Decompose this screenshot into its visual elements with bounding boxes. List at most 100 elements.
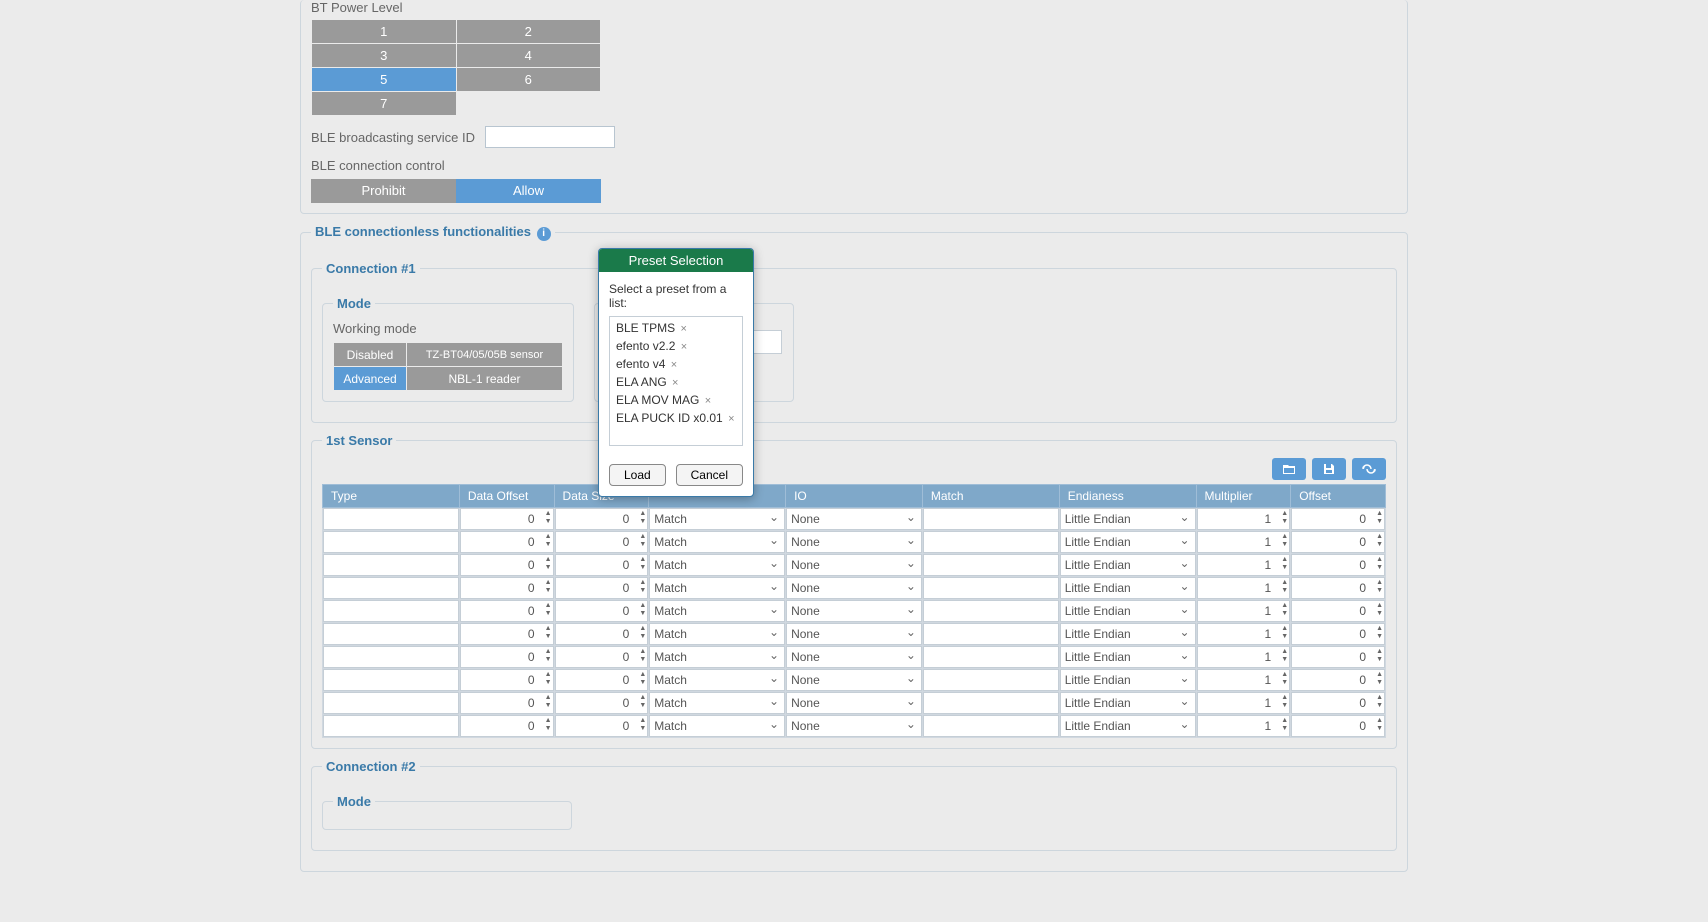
data-size-input[interactable] — [555, 715, 649, 737]
match-input[interactable] — [923, 554, 1059, 576]
io-select[interactable]: None — [786, 554, 922, 576]
io-select[interactable]: None — [786, 577, 922, 599]
data-offset-input[interactable] — [460, 692, 554, 714]
multiplier-input[interactable] — [1197, 531, 1291, 553]
data-size-input[interactable] — [555, 623, 649, 645]
endian-select[interactable]: Little Endian — [1060, 508, 1196, 530]
preset-item[interactable]: ELA MOV MAG × — [612, 391, 740, 409]
close-icon[interactable]: × — [671, 359, 677, 371]
type-input[interactable] — [323, 669, 459, 691]
endian-select[interactable]: Little Endian — [1060, 715, 1196, 737]
bt-level-7[interactable]: 7 — [312, 92, 457, 116]
offset-input[interactable] — [1291, 577, 1385, 599]
match-select[interactable]: Match — [649, 531, 785, 553]
type-input[interactable] — [323, 692, 459, 714]
match-input[interactable] — [923, 715, 1059, 737]
load-button[interactable]: Load — [609, 464, 666, 486]
reset-icon[interactable] — [1352, 458, 1386, 480]
preset-item[interactable]: BLE TPMS × — [612, 319, 740, 337]
endian-select[interactable]: Little Endian — [1060, 692, 1196, 714]
match-input[interactable] — [923, 692, 1059, 714]
match-input[interactable] — [923, 623, 1059, 645]
data-size-input[interactable] — [555, 508, 649, 530]
endian-select[interactable]: Little Endian — [1060, 531, 1196, 553]
io-select[interactable]: None — [786, 623, 922, 645]
data-offset-input[interactable] — [460, 577, 554, 599]
multiplier-input[interactable] — [1197, 508, 1291, 530]
bt-level-4[interactable]: 4 — [456, 44, 601, 68]
data-size-input[interactable] — [555, 646, 649, 668]
data-offset-input[interactable] — [460, 623, 554, 645]
bt-level-6[interactable]: 6 — [456, 68, 601, 92]
offset-input[interactable] — [1291, 554, 1385, 576]
endian-select[interactable]: Little Endian — [1060, 600, 1196, 622]
data-size-input[interactable] — [555, 554, 649, 576]
match-select[interactable]: Match — [649, 508, 785, 530]
match-input[interactable] — [923, 531, 1059, 553]
data-offset-input[interactable] — [460, 646, 554, 668]
data-offset-input[interactable] — [460, 669, 554, 691]
data-size-input[interactable] — [555, 577, 649, 599]
bt-level-2[interactable]: 2 — [456, 20, 601, 44]
mode-disabled[interactable]: Disabled — [334, 343, 407, 367]
match-select[interactable]: Match — [649, 692, 785, 714]
mode-nbl[interactable]: NBL-1 reader — [407, 367, 563, 391]
preset-item[interactable]: ELA ANG × — [612, 373, 740, 391]
multiplier-input[interactable] — [1197, 669, 1291, 691]
close-icon[interactable]: × — [728, 413, 734, 425]
offset-input[interactable] — [1291, 692, 1385, 714]
match-input[interactable] — [923, 646, 1059, 668]
offset-input[interactable] — [1291, 669, 1385, 691]
partial-input-behind-modal[interactable] — [752, 330, 782, 354]
match-input[interactable] — [923, 577, 1059, 599]
service-id-input[interactable] — [485, 126, 615, 148]
match-input[interactable] — [923, 508, 1059, 530]
bt-level-1[interactable]: 1 — [312, 20, 457, 44]
multiplier-input[interactable] — [1197, 554, 1291, 576]
save-icon[interactable] — [1312, 458, 1346, 480]
multiplier-input[interactable] — [1197, 692, 1291, 714]
cancel-button[interactable]: Cancel — [676, 464, 743, 486]
type-input[interactable] — [323, 508, 459, 530]
multiplier-input[interactable] — [1197, 600, 1291, 622]
type-input[interactable] — [323, 554, 459, 576]
multiplier-input[interactable] — [1197, 646, 1291, 668]
io-select[interactable]: None — [786, 646, 922, 668]
offset-input[interactable] — [1291, 715, 1385, 737]
close-icon[interactable]: × — [680, 323, 686, 335]
bt-level-5[interactable]: 5 — [312, 68, 457, 92]
match-input[interactable] — [923, 669, 1059, 691]
type-input[interactable] — [323, 600, 459, 622]
data-size-input[interactable] — [555, 669, 649, 691]
mode-tz[interactable]: TZ-BT04/05/05B sensor — [407, 343, 563, 367]
match-select[interactable]: Match — [649, 577, 785, 599]
type-input[interactable] — [323, 577, 459, 599]
endian-select[interactable]: Little Endian — [1060, 577, 1196, 599]
type-input[interactable] — [323, 531, 459, 553]
offset-input[interactable] — [1291, 646, 1385, 668]
match-select[interactable]: Match — [649, 669, 785, 691]
mode-advanced[interactable]: Advanced — [334, 367, 407, 391]
info-icon[interactable]: i — [537, 227, 551, 241]
match-select[interactable]: Match — [649, 554, 785, 576]
multiplier-input[interactable] — [1197, 577, 1291, 599]
io-select[interactable]: None — [786, 531, 922, 553]
match-select[interactable]: Match — [649, 600, 785, 622]
file-open-icon[interactable] — [1272, 458, 1306, 480]
offset-input[interactable] — [1291, 600, 1385, 622]
data-size-input[interactable] — [555, 600, 649, 622]
io-select[interactable]: None — [786, 508, 922, 530]
data-offset-input[interactable] — [460, 715, 554, 737]
endian-select[interactable]: Little Endian — [1060, 646, 1196, 668]
multiplier-input[interactable] — [1197, 715, 1291, 737]
match-select[interactable]: Match — [649, 646, 785, 668]
data-offset-input[interactable] — [460, 554, 554, 576]
match-select[interactable]: Match — [649, 715, 785, 737]
offset-input[interactable] — [1291, 623, 1385, 645]
endian-select[interactable]: Little Endian — [1060, 669, 1196, 691]
type-input[interactable] — [323, 646, 459, 668]
offset-input[interactable] — [1291, 508, 1385, 530]
type-input[interactable] — [323, 715, 459, 737]
conn-ctrl-allow[interactable]: Allow — [456, 179, 601, 203]
preset-item[interactable]: ELA PUCK ID x0.01 × — [612, 409, 740, 427]
